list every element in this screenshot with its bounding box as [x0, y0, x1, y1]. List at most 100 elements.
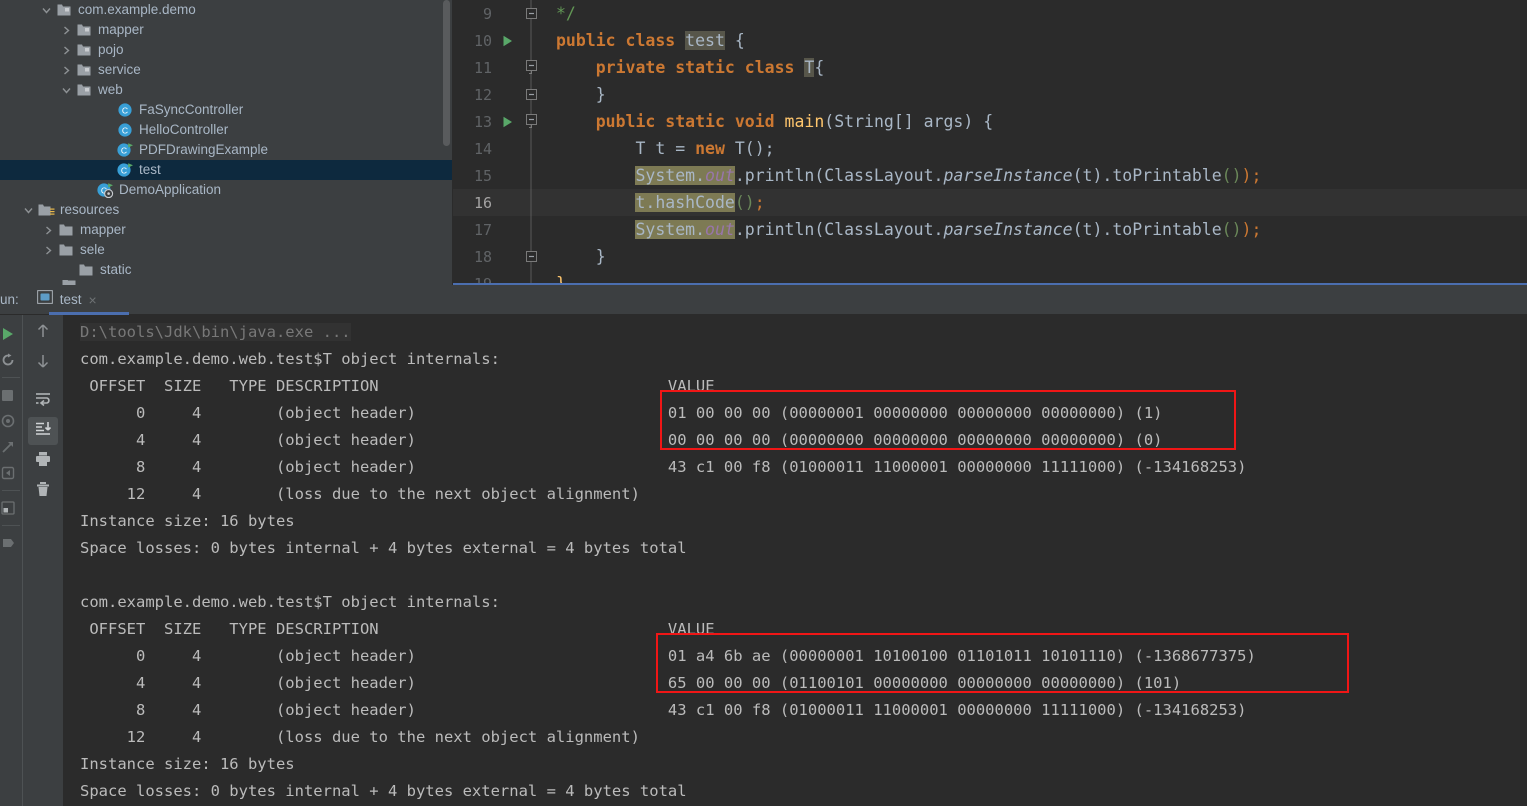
- code-editor-lines[interactable]: 9 */ 10 public class test {11 private stati…: [453, 0, 1527, 285]
- code-text[interactable]: public static void main(String[] args) {: [544, 112, 993, 131]
- strip-divider: [2, 377, 20, 378]
- tree-item-test[interactable]: Ctest: [0, 160, 453, 180]
- code-text[interactable]: }: [544, 247, 606, 266]
- scroll-up-button[interactable]: [28, 319, 58, 347]
- project-tree-list[interactable]: com.example.demo mapper pojo service web C FaS…: [0, 0, 453, 285]
- restore-layout-button[interactable]: [0, 434, 22, 460]
- code-text[interactable]: t.hashCode();: [544, 193, 765, 212]
- fold-marker[interactable]: [518, 0, 544, 27]
- line-number: 18: [473, 247, 492, 266]
- code-editor-panel[interactable]: 9 */ 10 public class test {11 private stati…: [453, 0, 1527, 285]
- gutter-empty: [496, 0, 518, 27]
- resources-folder-icon: [36, 200, 56, 220]
- scroll-down-button[interactable]: [28, 349, 58, 377]
- console-line: OFFSET SIZE TYPE DESCRIPTION VALUE: [80, 620, 715, 638]
- tree-item-web[interactable]: web: [0, 80, 453, 100]
- java-runnable-class-icon: C: [115, 160, 135, 180]
- chevron-down-icon[interactable]: [39, 0, 54, 20]
- tree-item-mapper[interactable]: mapper: [0, 220, 453, 240]
- hide-window-button[interactable]: [0, 530, 22, 556]
- tree-item-static[interactable]: static: [0, 260, 453, 280]
- console-output[interactable]: D:\tools\Jdk\bin\java.exe ... com.example…: [64, 315, 1527, 806]
- chevron-right-icon[interactable]: [59, 20, 74, 40]
- code-text[interactable]: private static class T{: [544, 58, 824, 77]
- gutter-empty: [496, 216, 518, 243]
- chevron-down-icon[interactable]: [59, 80, 74, 100]
- code-text[interactable]: System.out.println(ClassLayout.parseInst…: [544, 220, 1261, 239]
- console-command-text: D:\tools\Jdk\bin\java.exe ...: [80, 323, 351, 341]
- tree-item-demoapplication[interactable]: C DemoApplication: [0, 180, 453, 200]
- code-text[interactable]: System.out.println(ClassLayout.parseInst…: [544, 166, 1261, 185]
- code-line-17[interactable]: 17 System.out.println(ClassLayout.parseI…: [453, 216, 1527, 243]
- java-runnable-class-icon: C: [115, 140, 135, 160]
- tree-item-label: PDFDrawingExample: [139, 142, 269, 157]
- print-button[interactable]: [28, 447, 58, 475]
- rerun-button[interactable]: [0, 321, 22, 347]
- run-window-label: un:: [0, 292, 19, 307]
- java-class-icon: C: [115, 100, 135, 120]
- tree-item-pdfdrawingexample[interactable]: C PDFDrawingExample: [0, 140, 453, 160]
- rerun-failed-tests-button[interactable]: [0, 347, 22, 373]
- code-text[interactable]: */: [544, 4, 576, 23]
- console-line: 4 4 (object header) 00 00 00 00 (0000000…: [80, 431, 1163, 449]
- console-line: Space losses: 0 bytes internal + 4 bytes…: [80, 782, 687, 800]
- fold-marker: [518, 162, 544, 189]
- project-tree-panel[interactable]: com.example.demo mapper pojo service web C FaS…: [0, 0, 453, 285]
- run-actions-strip[interactable]: [0, 315, 22, 806]
- tree-item-label: HelloController: [139, 122, 229, 137]
- code-text[interactable]: T t = new T();: [544, 139, 774, 158]
- scroll-to-end-button[interactable]: [28, 417, 58, 445]
- console-line: OFFSET SIZE TYPE DESCRIPTION VALUE: [80, 377, 715, 395]
- code-line-9[interactable]: 9 */: [453, 0, 1527, 27]
- run-gutter-icon[interactable]: [496, 108, 518, 135]
- code-text[interactable]: }: [544, 85, 606, 104]
- tree-item-fasynccontroller[interactable]: C FaSyncController: [0, 100, 453, 120]
- gutter-empty: [496, 54, 518, 81]
- run-gutter-icon[interactable]: [496, 27, 518, 54]
- tree-item-pojo[interactable]: pojo: [0, 40, 453, 60]
- chevron-right-icon[interactable]: [41, 220, 56, 240]
- code-line-10[interactable]: 10 public class test {: [453, 27, 1527, 54]
- settings-strip-button[interactable]: [0, 460, 22, 486]
- dump-threads-button[interactable]: [0, 408, 22, 434]
- tree-item-sele[interactable]: sele: [0, 240, 453, 260]
- code-line-16[interactable]: 16 t.hashCode();: [453, 189, 1527, 216]
- code-line-11[interactable]: 11 private static class T{: [453, 54, 1527, 81]
- svg-text:C: C: [121, 145, 127, 155]
- soft-wrap-button[interactable]: [28, 387, 58, 415]
- project-tree-scrollbar[interactable]: [443, 0, 450, 146]
- fold-marker[interactable]: [518, 81, 544, 108]
- tree-item-service[interactable]: service: [0, 60, 453, 80]
- fold-marker: [518, 216, 544, 243]
- fold-marker: [518, 27, 544, 54]
- java-class-icon: C: [115, 120, 135, 140]
- code-text[interactable]: public class test {: [544, 31, 745, 50]
- tree-item-mapper[interactable]: mapper: [0, 20, 453, 40]
- tree-item-hellocontroller[interactable]: C HelloController: [0, 120, 453, 140]
- run-tab-test[interactable]: test ×: [29, 285, 129, 315]
- close-icon[interactable]: ×: [89, 293, 97, 307]
- fold-marker[interactable]: [518, 108, 544, 135]
- tree-item-label: pojo: [98, 42, 124, 57]
- code-line-15[interactable]: 15 System.out.println(ClassLayout.parseI…: [453, 162, 1527, 189]
- chevron-right-icon[interactable]: [59, 60, 74, 80]
- printer-icon: [34, 450, 52, 473]
- chevron-right-icon[interactable]: [41, 240, 56, 260]
- code-line-18[interactable]: 18 }: [453, 243, 1527, 270]
- tree-item-resources[interactable]: resources: [0, 200, 453, 220]
- fold-marker[interactable]: [518, 243, 544, 270]
- clear-all-button[interactable]: [28, 477, 58, 505]
- code-line-14[interactable]: 14 T t = new T();: [453, 135, 1527, 162]
- fold-marker[interactable]: [518, 54, 544, 81]
- code-line-13[interactable]: 13 public static void main(String[] args…: [453, 108, 1527, 135]
- layout-settings-button[interactable]: [0, 495, 22, 521]
- stop-button[interactable]: [0, 382, 22, 408]
- intellij-idea-window: com.example.demo mapper pojo service web C FaS…: [0, 0, 1527, 806]
- arrow-up-icon: [34, 322, 52, 345]
- code-line-12[interactable]: 12 }: [453, 81, 1527, 108]
- soft-wrap-icon: [34, 390, 52, 413]
- chevron-down-icon[interactable]: [21, 200, 36, 220]
- chevron-right-icon[interactable]: [59, 40, 74, 60]
- tree-item-com-example-demo[interactable]: com.example.demo: [0, 0, 453, 20]
- console-toolbar[interactable]: [22, 315, 64, 806]
